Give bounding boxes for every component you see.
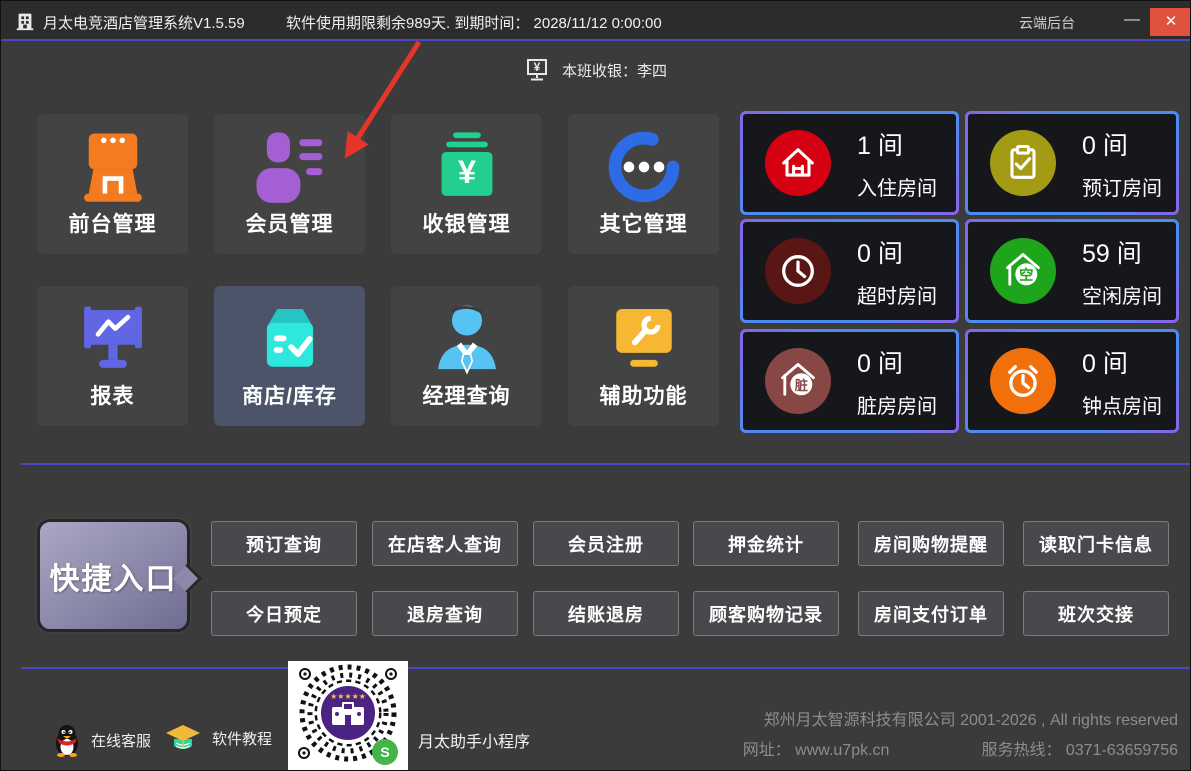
cash-icon: ¥ (429, 129, 505, 205)
status-label: 超时房间 (857, 280, 937, 309)
tile-label: 报表 (91, 380, 135, 410)
status-tile-vacant-rooms[interactable]: 空 59 间 空闲房间 (965, 219, 1179, 323)
alarm-clock-icon (990, 348, 1056, 414)
cashier-monitor-icon: ¥ (524, 57, 550, 83)
software-tutorial-link[interactable]: 软件教程 (164, 723, 272, 753)
tile-store-inventory[interactable]: 商店/库存 (214, 286, 365, 426)
quick-entry-label: 快捷入口 (50, 554, 178, 598)
titlebar: 月太电竞酒店管理系统V1.5.59 软件使用期限剩余989天. 到期时间： 20… (1, 1, 1190, 41)
divider-bottom (21, 667, 1191, 669)
hotline-text: 服务热线： 0371-63659756 (981, 742, 1178, 759)
tile-other-mgmt[interactable]: 其它管理 (568, 114, 719, 254)
status-count: 0 间 (1082, 344, 1162, 380)
software-tutorial-label: 软件教程 (212, 728, 272, 749)
license-expiry-text: 软件使用期限剩余989天. 到期时间： 2028/11/12 0:00:00 (286, 12, 662, 33)
quick-button-today-bookings[interactable]: 今日预定 (211, 591, 357, 636)
tile-label: 会员管理 (246, 208, 334, 238)
quick-button-room-shopping-reminder[interactable]: 房间购物提醒 (858, 521, 1004, 566)
status-count: 1 间 (857, 126, 937, 162)
status-count: 0 间 (857, 234, 937, 270)
svg-text:★★★★★: ★★★★★ (330, 692, 366, 701)
tile-label: 收银管理 (423, 208, 511, 238)
svg-text:¥: ¥ (458, 154, 476, 190)
quick-button-deposit-stats[interactable]: 押金统计 (693, 521, 839, 566)
quick-button-guest-purchase-records[interactable]: 顾客购物记录 (693, 591, 839, 636)
ellipsis-circle-icon (606, 129, 682, 205)
status-tile-overtime-rooms[interactable]: 0 间 超时房间 (740, 219, 959, 323)
dirty-house-icon: 脏 (765, 348, 831, 414)
quick-button-shift-handover[interactable]: 班次交接 (1023, 591, 1169, 636)
status-label: 空闲房间 (1082, 280, 1162, 309)
graduation-cap-icon (164, 723, 202, 753)
quick-button-inhouse-guest-query[interactable]: 在店客人查询 (372, 521, 518, 566)
tile-label: 前台管理 (69, 208, 157, 238)
quick-button-member-register[interactable]: 会员注册 (533, 521, 679, 566)
tile-manager-query[interactable]: 经理查询 (391, 286, 542, 426)
report-chart-icon (75, 301, 151, 377)
miniprogram-label: 月太助手小程序 (418, 728, 530, 752)
app-window: 月太电竞酒店管理系统V1.5.59 软件使用期限剩余989天. 到期时间： 20… (0, 0, 1191, 771)
shift-cashier-bar: ¥ 本班收银：李四 (1, 53, 1190, 87)
online-service-label: 在线客服 (91, 730, 151, 751)
copyright-line: 郑州月太智源科技有限公司 2001-2026 , All rights rese… (743, 706, 1178, 736)
tile-aux-functions[interactable]: 辅助功能 (568, 286, 719, 426)
status-count: 0 间 (1082, 126, 1162, 162)
app-title: 月太电竞酒店管理系统V1.5.59 (43, 12, 245, 33)
clock-icon (765, 238, 831, 304)
svg-text:空: 空 (1019, 266, 1033, 284)
quick-button-reservation-query[interactable]: 预订查询 (211, 521, 357, 566)
quick-entry-badge: 快捷入口 (37, 519, 190, 632)
cashier-label: 本班收银：李四 (562, 60, 667, 81)
tile-members[interactable]: 会员管理 (214, 114, 365, 254)
copyright-block: 郑州月太智源科技有限公司 2001-2026 , All rights rese… (743, 706, 1178, 766)
wrench-monitor-icon (606, 301, 682, 377)
quick-button-checkout-query[interactable]: 退房查询 (372, 591, 518, 636)
status-label: 入住房间 (857, 172, 937, 201)
close-button[interactable]: ✕ (1150, 8, 1191, 36)
miniprogram-qr-code: ★★★★★ S (288, 661, 408, 771)
tile-front-desk[interactable]: 前台管理 (37, 114, 188, 254)
status-label: 脏房房间 (857, 390, 937, 419)
app-logo-icon (14, 10, 36, 32)
member-icon (252, 129, 328, 205)
status-count: 59 间 (1082, 234, 1162, 270)
status-label: 钟点房间 (1082, 390, 1162, 419)
tile-label: 辅助功能 (600, 380, 688, 410)
tile-label: 商店/库存 (242, 380, 337, 410)
tile-reports[interactable]: 报表 (37, 286, 188, 426)
divider-top (21, 463, 1191, 465)
status-tile-reserved-rooms[interactable]: 0 间 预订房间 (965, 111, 1179, 215)
qq-icon (53, 723, 81, 757)
svg-text:¥: ¥ (534, 60, 541, 74)
status-label: 预订房间 (1082, 172, 1162, 201)
status-tile-dirty-rooms[interactable]: 脏 0 间 脏房房间 (740, 329, 959, 433)
quick-button-settle-checkout[interactable]: 结账退房 (533, 591, 679, 636)
home-icon (765, 130, 831, 196)
status-tile-occupied-rooms[interactable]: 1 间 入住房间 (740, 111, 959, 215)
svg-text:S: S (380, 744, 389, 760)
quick-button-room-payment-orders[interactable]: 房间支付订单 (858, 591, 1004, 636)
svg-text:脏: 脏 (795, 377, 808, 393)
cloud-backend-link[interactable]: 云端后台 (1019, 13, 1075, 33)
tile-cashier-mgmt[interactable]: ¥ 收银管理 (391, 114, 542, 254)
online-service-link[interactable]: 在线客服 (53, 723, 151, 757)
tile-label: 其它管理 (600, 208, 688, 238)
tile-label: 经理查询 (423, 380, 511, 410)
storefront-icon (75, 129, 151, 205)
status-tile-hourly-rooms[interactable]: 0 间 钟点房间 (965, 329, 1179, 433)
website-text: 网址： www.u7pk.cn (743, 742, 890, 759)
vacant-house-icon: 空 (990, 238, 1056, 304)
manager-icon (429, 301, 505, 377)
clipboard-check-icon (990, 130, 1056, 196)
status-count: 0 间 (857, 344, 937, 380)
quick-button-read-door-card[interactable]: 读取门卡信息 (1023, 521, 1169, 566)
store-inventory-icon (252, 301, 328, 377)
minimize-button[interactable]: — (1119, 7, 1145, 33)
